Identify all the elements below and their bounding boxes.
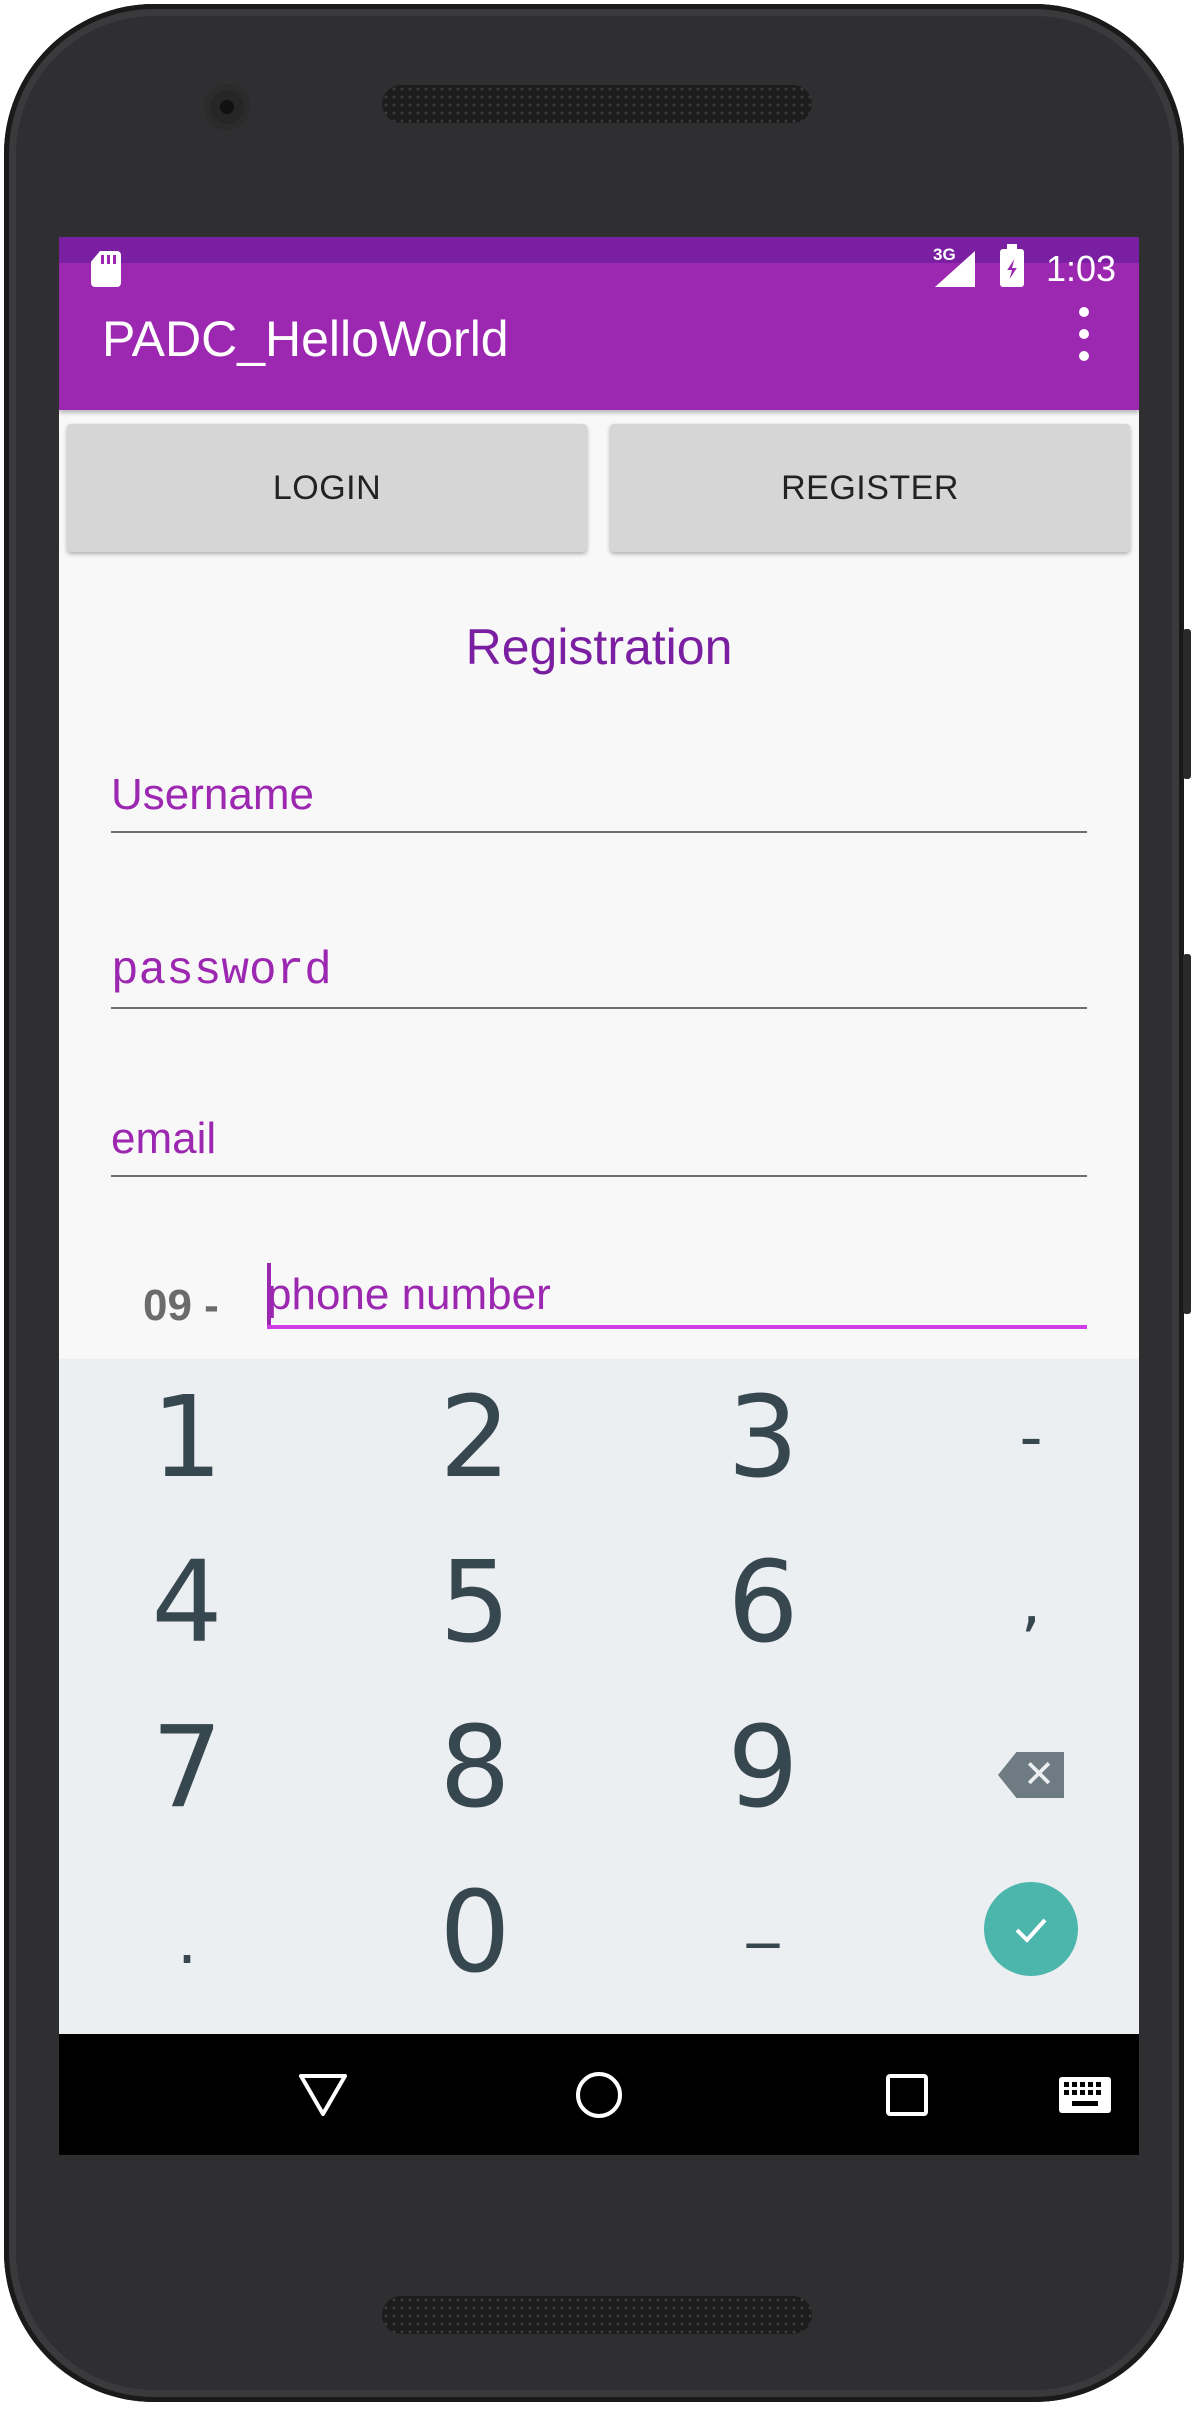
navigation-bar (59, 2034, 1139, 2155)
battery-charging-icon (1000, 244, 1024, 287)
device-screen: 3G 1:03 PADC_HelloWorld LOGIN REGISTER R… (59, 237, 1139, 2155)
phone-frame: 3G 1:03 PADC_HelloWorld LOGIN REGISTER R… (4, 4, 1191, 2402)
power-button (1183, 954, 1191, 1314)
key-4[interactable]: 4 (59, 1520, 327, 1685)
phone-number-placeholder: phone number (267, 1270, 551, 1319)
key-7[interactable]: 7 (59, 1685, 327, 1850)
key-underscore[interactable]: _ (623, 1829, 903, 1994)
done-button[interactable] (984, 1882, 1078, 1976)
key-2[interactable]: 2 (335, 1355, 615, 1520)
form-title: Registration (465, 619, 733, 675)
key-5[interactable]: 5 (335, 1520, 615, 1685)
register-button[interactable]: REGISTER (610, 424, 1130, 552)
status-clock: 1:03 (1046, 248, 1117, 289)
password-field[interactable]: password (111, 943, 1087, 1009)
key-1[interactable]: 1 (59, 1355, 327, 1520)
keyboard-icon[interactable] (1057, 2070, 1113, 2120)
recents-icon[interactable] (879, 2070, 935, 2120)
text-cursor (267, 1263, 271, 1325)
phone-number-field[interactable]: phone number (267, 1263, 1087, 1329)
phone-prefix-label: 09 - (143, 1281, 219, 1330)
key-comma[interactable]: , (891, 1520, 1139, 1685)
app-title: PADC_HelloWorld (102, 311, 509, 367)
status-bar (59, 237, 1139, 263)
key-0[interactable]: 0 (335, 1850, 615, 2015)
checkmark-icon (1015, 1918, 1047, 1943)
key-6[interactable]: 6 (623, 1520, 903, 1685)
login-button[interactable]: LOGIN (67, 424, 587, 552)
back-icon[interactable] (295, 2070, 351, 2120)
numeric-keypad: 1 2 3 - 4 5 6 , 7 8 9 ✕ . 0 _ (59, 1359, 1139, 2034)
app-bar: 3G 1:03 PADC_HelloWorld (59, 237, 1139, 410)
top-speaker-grille (382, 85, 812, 123)
key-period[interactable]: . (59, 1859, 327, 2024)
email-field[interactable]: email (111, 1111, 1087, 1177)
key-8[interactable]: 8 (335, 1685, 615, 1850)
key-3[interactable]: 3 (623, 1355, 903, 1520)
key-dash[interactable]: - (891, 1355, 1139, 1520)
front-camera (204, 84, 250, 130)
network-type-label: 3G (933, 245, 956, 264)
overflow-menu-icon[interactable] (1059, 299, 1107, 375)
username-field[interactable]: Username (111, 767, 1087, 833)
backspace-icon[interactable]: ✕ (998, 1752, 1064, 1798)
volume-button (1183, 629, 1191, 779)
bottom-speaker-grille (382, 2296, 812, 2334)
home-icon[interactable] (571, 2070, 627, 2120)
key-9[interactable]: 9 (623, 1685, 903, 1850)
